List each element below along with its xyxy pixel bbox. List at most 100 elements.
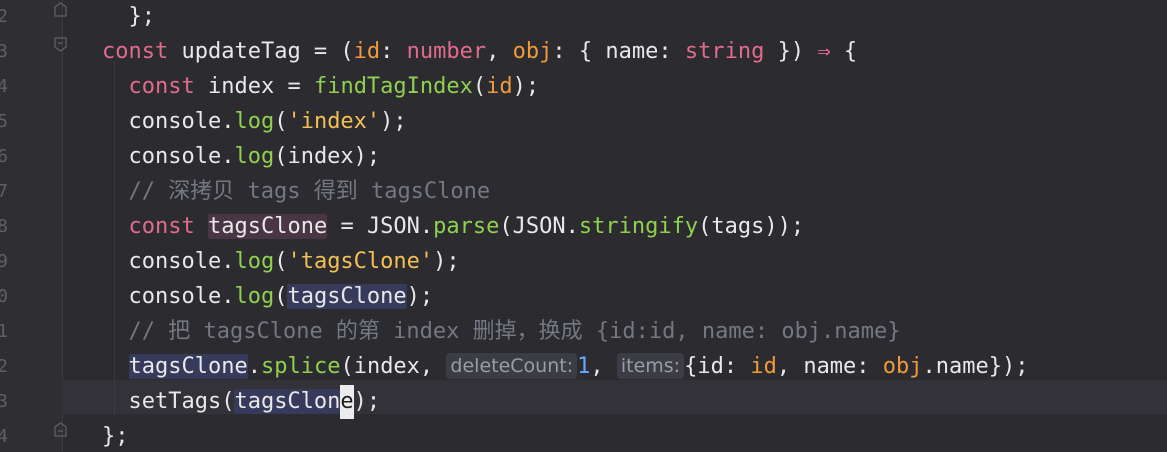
code-text: setTags( [102,389,235,414]
code-text: ); [406,284,434,309]
parameter: id [486,74,513,99]
code-text: .name}); [922,354,1029,379]
code-text: console. [102,249,235,274]
function-name: findTagIndex [313,74,473,99]
code-text: ); [433,249,460,274]
code-line[interactable]: // 深拷贝 tags 得到 tagsClone [102,175,491,209]
line-number: 7 [0,181,8,202]
code-text: }; [102,4,155,29]
property: name [605,39,659,64]
function-name: stringify [578,214,699,239]
code-text: ( [274,109,288,134]
parameter: id [353,39,381,64]
function-name: splice [260,354,341,379]
comment: // 把 tagsClone 的第 index 删掉，换成 {id:id, na… [128,319,901,344]
code-text: index = [194,74,314,99]
code-text: : [658,39,685,64]
code-line[interactable]: const index = findTagIndex(id); [102,70,540,104]
keyword: const [128,74,195,99]
code-text: ( [472,74,487,99]
text-cursor: e [340,385,354,419]
keyword: const [102,39,169,64]
parameter-hint: items: [616,353,685,379]
parameter: id [750,354,777,379]
string-literal: 'index' [287,109,381,134]
type-name: string [684,39,765,64]
code-text: ); [380,109,407,134]
type-name: number [406,39,487,64]
parameter: obj [882,354,923,379]
code-text: console. [102,144,235,169]
code-line[interactable]: const updateTag = (id: number, obj: { na… [102,35,857,69]
code-line[interactable]: }; [102,0,155,34]
line-number: 5 [0,111,8,132]
identifier-usage: tagsClone [287,284,407,309]
code-text: (index, [340,354,447,379]
code-text: (tags)); [698,214,805,239]
string-literal: 'tagsClone' [287,249,434,274]
code-text: . [247,354,261,379]
code-line[interactable]: console.log('index'); [102,105,407,139]
identifier-definition: tagsClone [207,214,328,239]
line-number: 4 [0,76,8,97]
code-line[interactable]: }; [102,420,129,452]
code-line[interactable]: const tagsClone = JSON.parse(JSON.string… [102,210,804,244]
line-number: 3 [0,391,8,412]
code-line[interactable]: tagsClone.splice(index, deleteCount: 1, i… [102,350,1029,384]
line-gutter [0,0,62,452]
line-number: 0 [0,286,8,307]
fold-start-icon[interactable] [54,37,67,52]
line-number: 8 [0,216,8,237]
code-text: , [486,39,513,64]
code-text: : [380,39,407,64]
function-name: log [234,144,275,169]
code-text: , [590,354,617,379]
code-text: }) [764,39,818,64]
code-editor[interactable]: }; const updateTag = (id: number, obj: { … [0,0,1167,452]
code-line[interactable]: setTags(tagsClone); [102,385,380,419]
comment: // 深拷贝 tags 得到 tagsClone [128,179,491,204]
code-text: : { [552,39,606,64]
line-number: 2 [0,356,8,377]
code-text: }; [102,424,129,449]
code-text: console. [102,284,235,309]
code-line[interactable]: // 把 tagsClone 的第 index 删掉，换成 {id:id, na… [102,315,901,349]
function-name: parse [433,214,500,239]
code-text: = JSON. [327,214,434,239]
line-number: 1 [0,321,8,342]
keyword: const [128,214,195,239]
code-line[interactable]: console.log(tagsClone); [102,280,433,314]
identifier-usage: tagsClon [234,389,341,414]
code-text: console. [102,109,235,134]
code-text: ); [353,389,381,414]
code-line[interactable]: console.log(index); [102,140,380,174]
code-text: {id: [684,354,751,379]
fold-end-icon[interactable] [54,422,67,437]
line-number: 3 [0,41,8,62]
parameter: obj [512,39,553,64]
code-line[interactable]: console.log('tagsClone'); [102,245,460,279]
line-number: 6 [0,146,8,167]
fold-end-icon[interactable] [54,2,67,17]
function-name: log [234,109,275,134]
code-text: updateTag = ( [168,39,354,64]
number-literal: 1 [577,354,591,379]
code-text: ( [274,249,288,274]
line-number: 4 [0,426,8,447]
code-text: { [830,39,858,64]
line-number: 2 [0,6,8,27]
function-name: log [234,284,275,309]
code-text: (JSON. [499,214,579,239]
code-text: ( [274,284,288,309]
identifier-usage: tagsClone [128,354,248,379]
parameter-hint: deleteCount: [446,353,578,379]
code-text: ); [512,74,540,99]
keyword: ⇒ [817,39,831,64]
code-text: (index); [274,144,381,169]
